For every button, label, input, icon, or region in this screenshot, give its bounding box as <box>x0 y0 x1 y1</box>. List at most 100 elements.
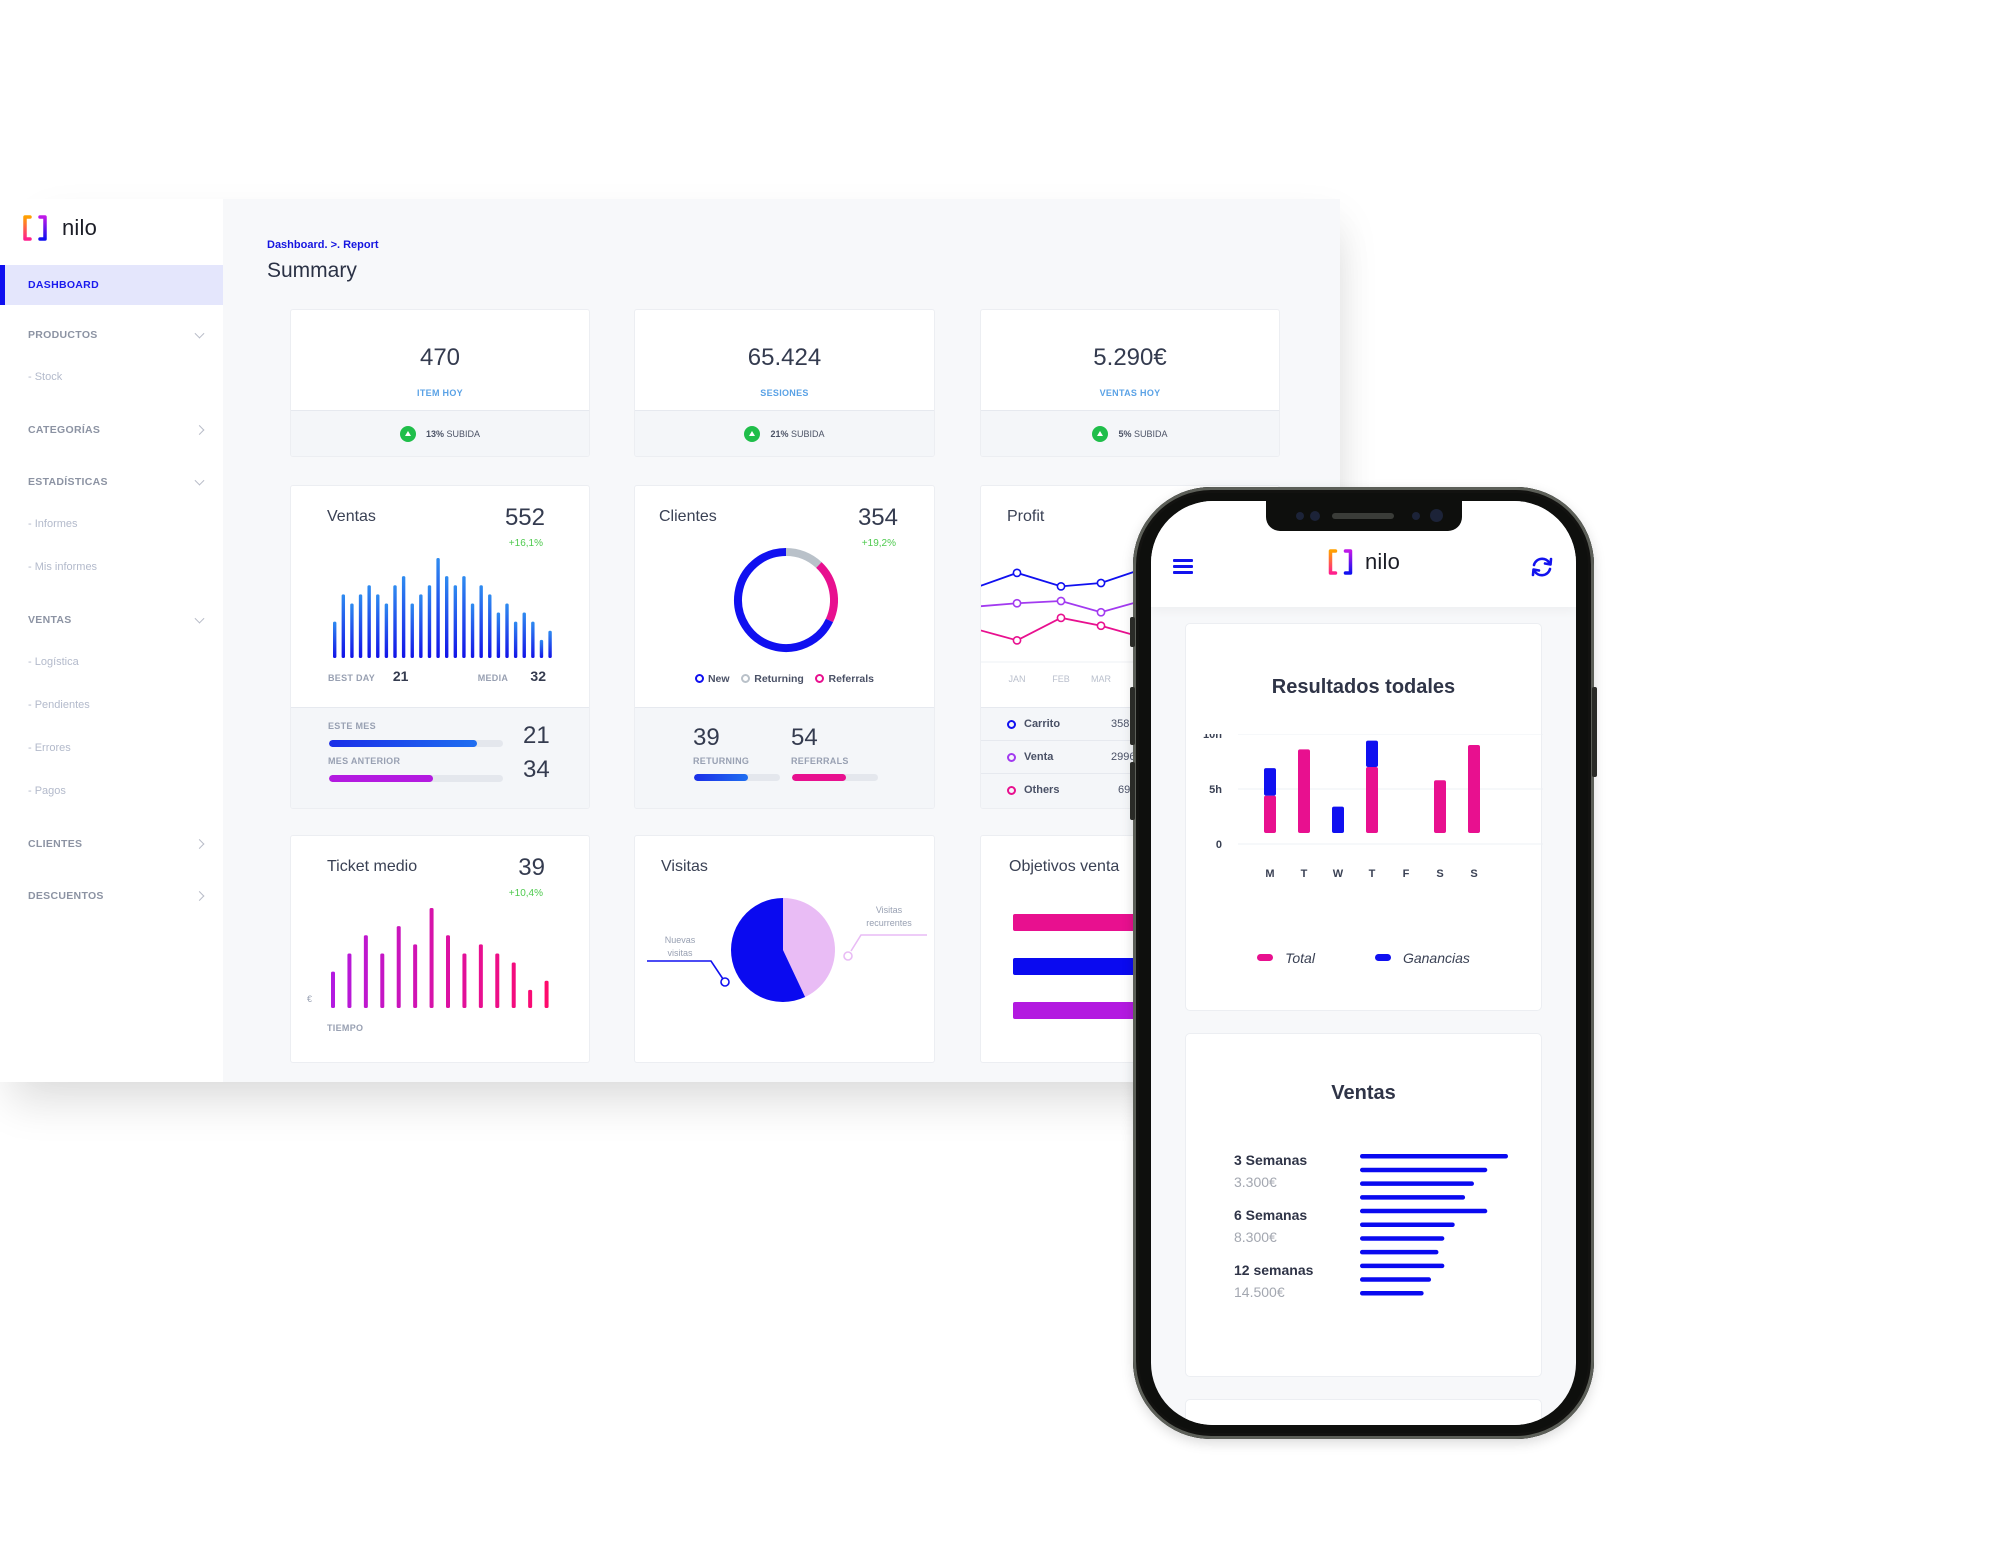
sidebar-item-dashboard[interactable]: DASHBOARD <box>0 265 223 305</box>
profit-point <box>1056 613 1066 623</box>
ticket-bar-chart <box>331 908 549 1008</box>
ticket-bar <box>396 926 401 1008</box>
ventas-bar <box>462 576 466 658</box>
referrals-label: REFERRALS <box>791 756 849 766</box>
mes-anterior-value: 34 <box>523 756 550 783</box>
ventas-row-value: 3.300€ <box>1234 1174 1277 1190</box>
ticket-bar <box>544 980 549 1008</box>
leader-dot-nuevas <box>720 977 730 987</box>
ventas-hbar <box>1360 1154 1508 1159</box>
stat-value: 65.424 <box>747 344 822 371</box>
sidebar-item-clientes[interactable]: CLIENTES <box>0 824 223 864</box>
card-value: 39 <box>518 854 545 881</box>
ventas-bar <box>384 603 389 658</box>
ventas-row-label: 6 Semanas <box>1234 1207 1308 1223</box>
profit-point <box>1096 578 1106 588</box>
chevron-down-icon[interactable] <box>194 475 205 486</box>
sidebar-item-label: DESCUENTOS <box>28 890 104 902</box>
sidebar-item-productos[interactable]: PRODUCTOS <box>0 315 223 355</box>
chevron-down-icon[interactable] <box>194 328 205 339</box>
ventas-bar <box>333 621 337 658</box>
ventas-hbar <box>1360 1195 1466 1200</box>
x-tick-label: T <box>1301 868 1308 880</box>
bar-ganancias <box>1366 740 1378 767</box>
card-title: Resultados todales <box>1271 676 1456 698</box>
bar-total <box>1298 749 1310 833</box>
sidebar-item-categorias[interactable]: CATEGORÍAS <box>0 410 223 450</box>
chevron-down-icon[interactable] <box>194 613 205 624</box>
phone-ventas-card: Ventas 3 Semanas 3.300€ 6 Semanas 8.300€… <box>1185 1033 1542 1377</box>
este-mes-label: ESTE MES <box>328 721 376 731</box>
hamburger-menu-icon[interactable] <box>1173 559 1193 574</box>
card-value: 552 <box>504 504 545 531</box>
ventas-bar <box>350 603 354 658</box>
referrals-value: 54 <box>791 724 818 751</box>
bar-ganancias <box>1332 806 1344 833</box>
arrow-up-icon <box>1092 425 1109 442</box>
returning-label: RETURNING <box>693 756 750 766</box>
bar-total <box>1264 795 1276 833</box>
ventas-bar <box>401 576 406 658</box>
phone-volume-down <box>1130 762 1135 820</box>
card-title: Ventas <box>327 508 376 525</box>
ventas-bar <box>522 612 526 658</box>
sidebar-subitem-pagos[interactable]: - Pagos <box>0 769 223 812</box>
sidebar-item-estadisticas[interactable]: ESTADÍSTICAS <box>0 462 223 502</box>
ventas-bar <box>513 621 518 658</box>
ventas-bar <box>445 576 449 658</box>
card-delta: +10,4% <box>508 888 543 899</box>
sidebar-subitem-stock[interactable]: - Stock <box>0 355 223 398</box>
profit-x-tick: FEB <box>1052 674 1070 684</box>
ticket-bar <box>511 962 516 1008</box>
logo-bracket-icon <box>23 215 47 241</box>
ventas-bar <box>419 594 423 658</box>
sidebar-subitem-pendientes[interactable]: - Pendientes <box>0 683 223 726</box>
phone-logo[interactable]: nilo <box>1327 549 1400 575</box>
profit-point <box>1012 598 1022 608</box>
ventas-bar <box>505 603 509 658</box>
ticket-medio-card: Ticket medio 39 +10,4% € TIEMPO <box>290 835 590 1063</box>
ticket-bar <box>347 953 352 1008</box>
phone-power-button <box>1592 687 1597 777</box>
sidebar-item-descuentos[interactable]: DESCUENTOS <box>0 876 223 916</box>
stat-value: 5.290€ <box>1093 344 1167 371</box>
sidebar-item-label: VENTAS <box>28 614 72 626</box>
chevron-right-icon[interactable] <box>194 839 205 849</box>
legend-swatch-icon <box>1374 954 1391 961</box>
profit-point <box>1096 607 1106 617</box>
refresh-icon[interactable] <box>1530 555 1554 579</box>
ticket-bar <box>429 908 434 1008</box>
sidebar-subitem-errores[interactable]: - Errores <box>0 726 223 769</box>
card-title: Profit <box>1007 508 1045 525</box>
media: MEDIA 32 <box>477 668 546 684</box>
chevron-right-icon[interactable] <box>194 891 205 901</box>
legend-swatch-icon <box>1257 954 1274 961</box>
sidebar-subitem-mis-informes[interactable]: - Mis informes <box>0 545 223 588</box>
phone-ventas-bar-chart <box>1360 1154 1508 1296</box>
referrals-progress <box>792 774 878 781</box>
stat-card-sesiones: 65.424 SESIONES 21% SUBIDA <box>634 309 935 457</box>
stat-change: 5% SUBIDA <box>1118 428 1168 439</box>
x-tick-label: M <box>1265 868 1274 880</box>
ticket-bar <box>495 953 500 1008</box>
sidebar-item-label: CLIENTES <box>28 838 83 850</box>
ventas-bar <box>410 603 414 658</box>
ticket-bar <box>528 989 533 1008</box>
ticket-bar <box>478 944 483 1008</box>
sidebar-item-ventas[interactable]: VENTAS <box>0 600 223 640</box>
ticket-bar <box>380 953 385 1008</box>
este-mes-value: 21 <box>523 722 550 749</box>
card-delta: +16,1% <box>508 538 543 549</box>
ventas-bar <box>531 621 535 658</box>
breadcrumb[interactable]: Dashboard. >. Report <box>267 239 379 251</box>
sidebar-subitem-logistica[interactable]: - Logística <box>0 640 223 683</box>
clientes-legend: New Returning Referrals <box>635 673 934 685</box>
sidebar-subitem-informes[interactable]: - Informes <box>0 502 223 545</box>
ventas-bar <box>341 594 346 658</box>
chevron-right-icon[interactable] <box>194 425 205 435</box>
sidebar: nilo DASHBOARD PRODUCTOS - Stock CATEGOR… <box>0 199 223 1082</box>
resultados-card: Resultados todales 0 5h 10h M T W T F S S Total G… <box>1185 623 1543 1011</box>
ventas-bar <box>496 612 501 658</box>
logo[interactable]: nilo <box>22 215 97 241</box>
x-tick-label: F <box>1403 868 1410 880</box>
